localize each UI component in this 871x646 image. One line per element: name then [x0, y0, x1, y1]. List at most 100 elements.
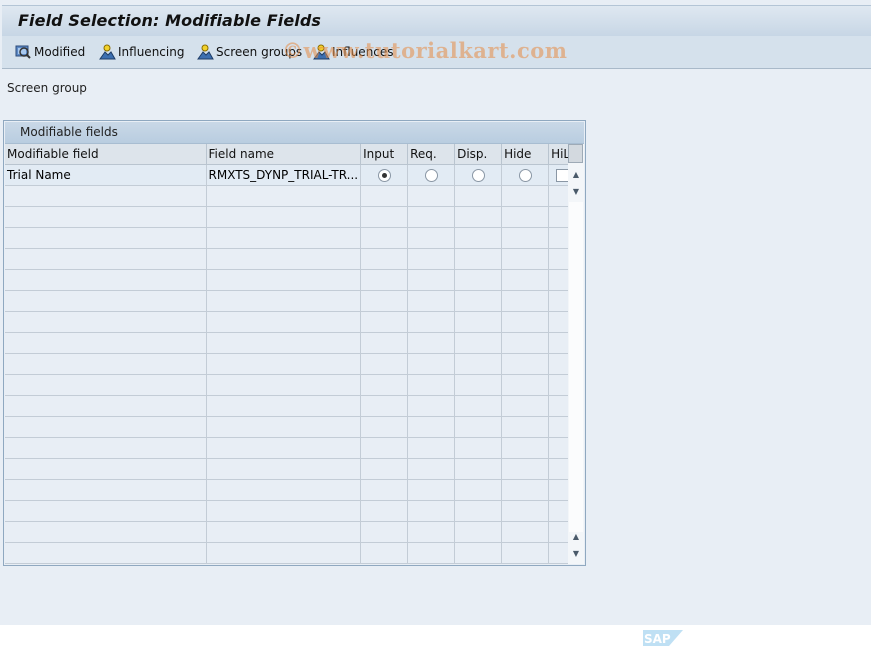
table-row[interactable]: [5, 374, 577, 396]
empty-cell: [5, 521, 207, 543]
empty-cell: [454, 206, 503, 228]
table-row[interactable]: [5, 416, 577, 438]
column-header-req[interactable]: Req.: [407, 144, 456, 165]
column-header-field-name[interactable]: Field name: [206, 144, 362, 165]
empty-cell: [501, 206, 550, 228]
table-row[interactable]: [5, 269, 577, 291]
table-row[interactable]: [5, 500, 577, 522]
empty-cell: [5, 311, 207, 333]
person-mountain-icon: [197, 44, 214, 60]
empty-cell: [360, 206, 409, 228]
empty-cell: [407, 248, 456, 270]
empty-cell: [407, 290, 456, 312]
table-row[interactable]: [5, 185, 577, 207]
influences-label: Influences: [332, 45, 394, 59]
empty-cell: [206, 395, 362, 417]
empty-cell: [206, 458, 362, 480]
screen-groups-button[interactable]: Screen groups: [197, 43, 302, 61]
hide-radio[interactable]: [518, 169, 532, 182]
scroll-up-icon[interactable]: ▲: [569, 166, 583, 182]
empty-cell: [454, 500, 503, 522]
scroll-track[interactable]: [569, 202, 583, 532]
empty-cell: [407, 227, 456, 249]
table-row[interactable]: [5, 458, 577, 480]
table-row[interactable]: [5, 353, 577, 375]
empty-cell: [206, 332, 362, 354]
empty-cell: [360, 248, 409, 270]
empty-cell: [501, 332, 550, 354]
empty-cell: [501, 542, 550, 564]
empty-cell: [360, 290, 409, 312]
table-row[interactable]: [5, 479, 577, 501]
empty-cell: [5, 395, 207, 417]
hili-checkbox[interactable]: [555, 169, 569, 182]
empty-cell: [206, 206, 362, 228]
screen-group-label: Screen group: [7, 81, 87, 95]
table-row[interactable]: [5, 248, 577, 270]
column-header-hide[interactable]: Hide: [501, 144, 550, 165]
table-row[interactable]: [5, 206, 577, 228]
empty-cell: [407, 311, 456, 333]
sap-logo-icon: SAP: [643, 630, 683, 646]
empty-cell: [501, 500, 550, 522]
empty-cell: [407, 542, 456, 564]
footer: SAP: [0, 625, 871, 646]
table-row[interactable]: [5, 311, 577, 333]
scroll-down-icon[interactable]: ▼: [569, 183, 583, 199]
empty-cell: [5, 542, 207, 564]
empty-cell: [206, 479, 362, 501]
empty-cell: [501, 437, 550, 459]
empty-cell: [360, 416, 409, 438]
column-settings-button[interactable]: [568, 144, 583, 163]
table-row[interactable]: [5, 290, 577, 312]
modified-button[interactable]: Modified: [15, 43, 85, 61]
empty-cell: [360, 332, 409, 354]
req-cell: [407, 164, 456, 186]
table-row[interactable]: [5, 332, 577, 354]
empty-cell: [206, 416, 362, 438]
scroll-down-icon[interactable]: ▼: [569, 545, 583, 561]
empty-cell: [454, 521, 503, 543]
req-radio[interactable]: [424, 169, 438, 182]
empty-cell: [5, 416, 207, 438]
empty-cell: [5, 269, 207, 291]
title-bar: Field Selection: Modifiable Fields: [2, 5, 871, 36]
table-row[interactable]: [5, 542, 577, 564]
empty-cell: [454, 395, 503, 417]
table-row[interactable]: [5, 437, 577, 459]
empty-cell: [454, 227, 503, 249]
influencing-button[interactable]: Influencing: [99, 43, 184, 61]
empty-cell: [407, 437, 456, 459]
empty-cell: [206, 311, 362, 333]
scroll-up-icon[interactable]: ▲: [569, 528, 583, 544]
empty-cell: [5, 227, 207, 249]
empty-cell: [454, 311, 503, 333]
empty-cell: [360, 227, 409, 249]
input-radio[interactable]: [377, 169, 391, 182]
table-row[interactable]: [5, 227, 577, 249]
empty-cell: [501, 374, 550, 396]
vertical-scrollbar[interactable]: ▲ ▼ ▲ ▼: [568, 144, 584, 564]
column-header-modifiable-field[interactable]: Modifiable field: [5, 144, 207, 165]
application-toolbar: Modified Influencing Screen groups Influ…: [2, 36, 871, 69]
page-title: Field Selection: Modifiable Fields: [18, 11, 322, 30]
empty-cell: [5, 248, 207, 270]
empty-cell: [206, 542, 362, 564]
empty-cell: [206, 269, 362, 291]
influences-button[interactable]: Influences: [313, 43, 394, 61]
empty-cell: [5, 437, 207, 459]
empty-cell: [206, 500, 362, 522]
empty-cell: [454, 185, 503, 207]
empty-cell: [407, 521, 456, 543]
magnifier-icon: [15, 45, 31, 59]
empty-cell: [206, 437, 362, 459]
empty-cell: [206, 227, 362, 249]
screen-groups-label: Screen groups: [216, 45, 303, 59]
empty-cell: [407, 416, 456, 438]
column-header-disp[interactable]: Disp.: [454, 144, 503, 165]
table-row[interactable]: [5, 395, 577, 417]
column-header-input[interactable]: Input: [360, 144, 409, 165]
table-row[interactable]: [5, 521, 577, 543]
disp-radio[interactable]: [471, 169, 485, 182]
table-row[interactable]: Trial Name RMXTS_DYNP_TRIAL-TR...: [5, 164, 577, 186]
